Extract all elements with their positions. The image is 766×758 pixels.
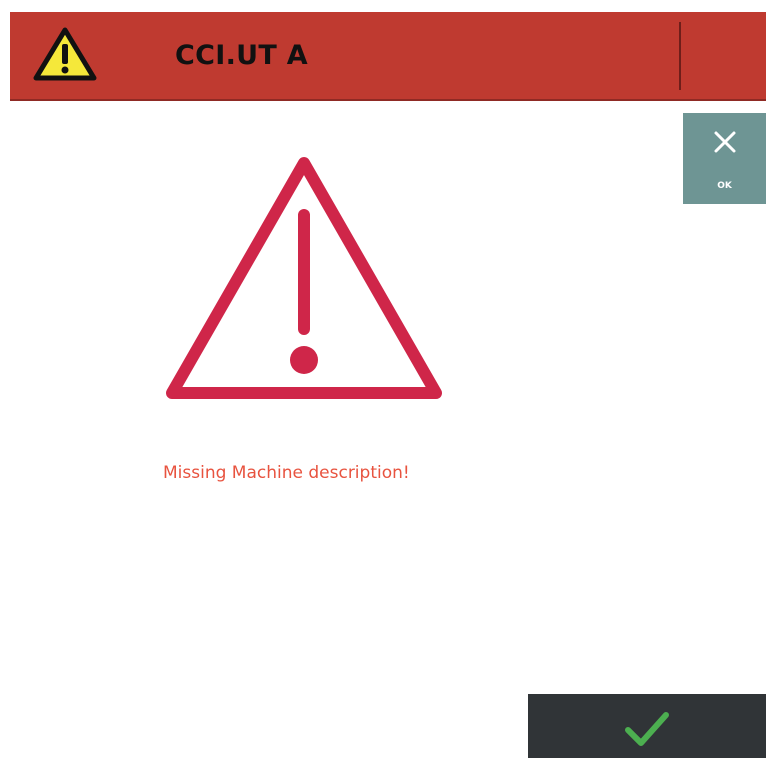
page-title: CCI.UT A bbox=[175, 40, 308, 71]
title-bar: CCI.UT A bbox=[10, 12, 766, 101]
error-message: Missing Machine description! bbox=[163, 463, 410, 483]
ok-label: OK bbox=[717, 181, 732, 191]
header-divider bbox=[679, 22, 681, 90]
warning-triangle-icon bbox=[162, 153, 446, 404]
confirm-button[interactable] bbox=[528, 694, 766, 758]
ok-close-button[interactable]: OK bbox=[683, 113, 766, 204]
check-icon bbox=[625, 712, 669, 746]
close-icon bbox=[714, 131, 736, 153]
warning-triangle-icon bbox=[32, 25, 98, 83]
